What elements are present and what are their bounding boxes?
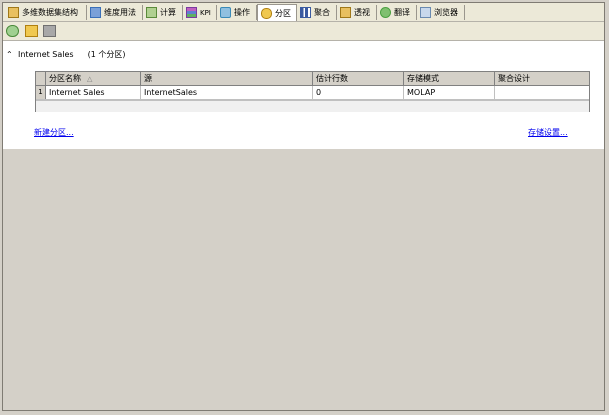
perspectives-icon — [340, 7, 351, 18]
tab-translations[interactable]: 翻译 — [377, 5, 417, 20]
cell-partition-name[interactable]: Internet Sales — [46, 86, 141, 99]
tab-kpi[interactable]: KPI — [183, 5, 217, 20]
table-row[interactable]: 1 Internet Sales InternetSales 0 MOLAP — [36, 86, 589, 100]
measure-group-header[interactable]: ⌃ Internet Sales (1 个分区) — [6, 49, 125, 60]
storage-settings-link[interactable]: 存储设置... — [528, 127, 568, 138]
tab-actions[interactable]: 操作 — [217, 5, 257, 20]
tab-cube-structure[interactable]: 多维数据集结构 — [5, 5, 87, 20]
cell-storage-mode[interactable]: MOLAP — [404, 86, 495, 99]
aggregations-icon — [300, 7, 311, 18]
tab-partitions[interactable]: 分区 — [257, 4, 297, 21]
process-icon[interactable] — [6, 25, 19, 37]
browser-icon — [420, 7, 431, 18]
partition-count: (1 个分区) — [87, 50, 126, 59]
column-label: 估计行数 — [316, 74, 348, 83]
partitions-icon — [261, 7, 272, 19]
designer-window: 多维数据集结构 维度用法 计算 KPI 操作 分区 聚合 透视 翻译 浏览器 ⌃… — [2, 2, 605, 411]
partitions-grid: 分区名称 △ 源 估计行数 存储模式 聚合设计 1 Internet Sales … — [35, 71, 590, 112]
tab-label: 浏览器 — [434, 8, 458, 17]
tab-aggregations[interactable]: 聚合 — [297, 5, 337, 20]
partitions-panel: ⌃ Internet Sales (1 个分区) 分区名称 △ 源 估计行数 存储… — [3, 41, 604, 149]
sort-indicator-icon: △ — [87, 75, 93, 83]
new-partition-link[interactable]: 新建分区... — [34, 127, 74, 138]
tab-label: 维度用法 — [104, 8, 136, 17]
calculations-icon — [146, 7, 157, 18]
kpi-icon — [186, 7, 197, 18]
column-header-source[interactable]: 源 — [141, 72, 313, 85]
tab-browser[interactable]: 浏览器 — [417, 5, 465, 20]
cell-aggregation-design[interactable] — [495, 86, 589, 99]
tab-label: 分区 — [275, 8, 291, 18]
row-number[interactable]: 1 — [36, 86, 46, 99]
tab-label: 多维数据集结构 — [22, 8, 78, 17]
tab-label: 计算 — [160, 8, 176, 17]
partitions-toolbar — [3, 22, 604, 41]
column-header-storage-mode[interactable]: 存储模式 — [404, 72, 495, 85]
tab-label: 翻译 — [394, 8, 410, 17]
column-label: 存储模式 — [407, 74, 439, 83]
translations-icon — [380, 7, 391, 18]
column-header-estimated-rows[interactable]: 估计行数 — [313, 72, 404, 85]
new-partition-icon[interactable] — [25, 25, 38, 37]
actions-icon — [220, 7, 231, 18]
tab-label: 操作 — [234, 8, 250, 17]
column-header-partition-name[interactable]: 分区名称 △ — [46, 72, 141, 85]
tab-perspectives[interactable]: 透视 — [337, 5, 377, 20]
column-header-aggregation-design[interactable]: 聚合设计 — [495, 72, 589, 85]
grid-header: 分区名称 △ 源 估计行数 存储模式 聚合设计 — [36, 72, 589, 86]
cell-source[interactable]: InternetSales — [141, 86, 313, 99]
cube-structure-icon — [8, 7, 19, 18]
designer-tab-strip: 多维数据集结构 维度用法 计算 KPI 操作 分区 聚合 透视 翻译 浏览器 — [3, 3, 604, 22]
dimension-usage-icon — [90, 7, 101, 18]
tab-label: 透视 — [354, 8, 370, 17]
tab-label: 聚合 — [314, 8, 330, 17]
tab-dimension-usage[interactable]: 维度用法 — [87, 5, 143, 20]
collapse-chevron-icon[interactable]: ⌃ — [6, 50, 14, 59]
tab-label: KPI — [200, 8, 211, 17]
grid-footer — [36, 100, 589, 112]
column-label: 分区名称 — [49, 74, 81, 83]
measure-group-title: Internet Sales — [18, 50, 74, 59]
column-label: 源 — [144, 74, 152, 83]
column-label: 聚合设计 — [498, 74, 530, 83]
tab-calculations[interactable]: 计算 — [143, 5, 183, 20]
storage-settings-icon[interactable] — [43, 25, 56, 37]
row-header-corner — [36, 72, 46, 85]
cell-estimated-rows[interactable]: 0 — [313, 86, 404, 99]
